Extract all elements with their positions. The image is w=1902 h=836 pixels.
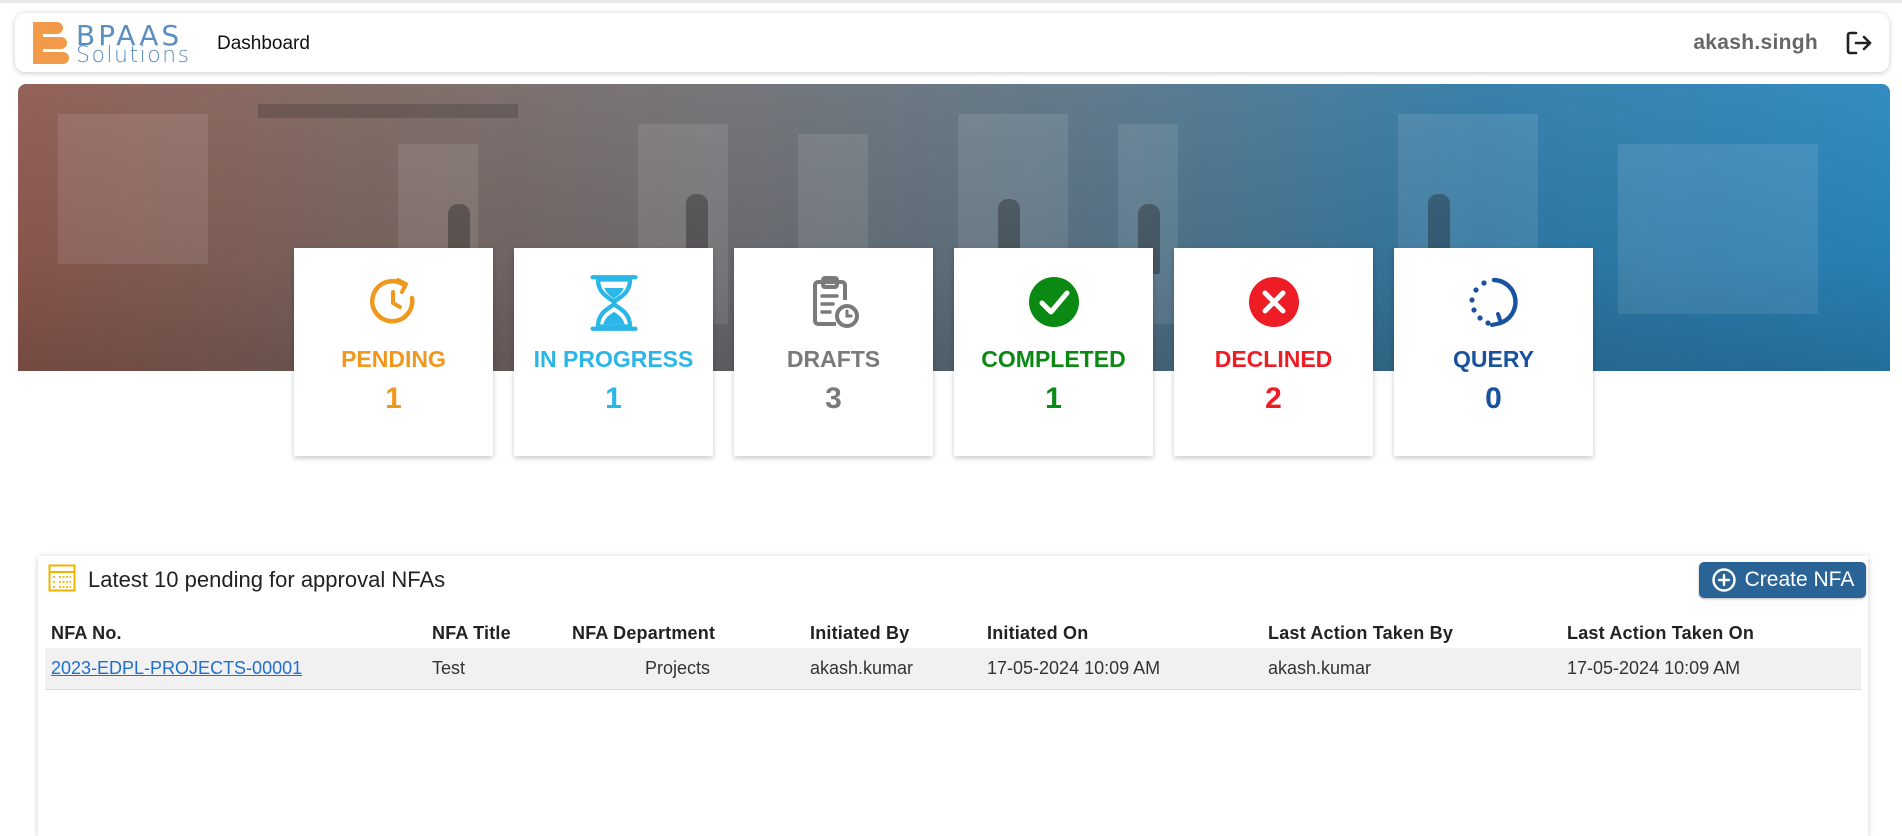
x-circle-icon [1248,277,1299,327]
status-card-pending[interactable]: PENDING 1 [294,248,493,456]
card-count: 1 [605,382,622,415]
status-card-drafts[interactable]: DRAFTS 3 [734,248,933,456]
bpaas-logo[interactable]: BPAAS Solutions [33,19,208,68]
create-nfa-label: Create NFA [1744,568,1855,591]
status-card-query[interactable]: QUERY 0 [1394,248,1593,456]
plus-circle-icon [1711,568,1736,592]
logo-text-bottom: Solutions [76,43,191,68]
column-header[interactable]: NFA No. [45,618,426,648]
nfa-number-link[interactable]: 2023-EDPL-PROJECTS-00001 [51,658,302,678]
panel-title: Latest 10 pending for approval NFAs [88,567,446,592]
status-card-declined[interactable]: DECLINED 2 [1174,248,1373,456]
pending-nfa-panel: Latest 10 pending for approval NFAs Crea… [38,556,1868,836]
status-card-completed[interactable]: COMPLETED 1 [954,248,1153,456]
card-label: DECLINED [1214,346,1333,372]
card-label: QUERY [1453,346,1534,372]
top-divider [0,0,1902,3]
nav-dashboard-link[interactable]: Dashboard [217,33,310,55]
cell-last-action-on: 17-05-2024 10:09 AM [1561,648,1861,690]
cell-nfa-title: Test [426,648,566,690]
table-row[interactable]: 2023-EDPL-PROJECTS-00001 Test Projects a… [45,648,1861,690]
clipboard-clock-icon [812,276,859,328]
cell-initiated-on: 17-05-2024 10:09 AM [981,648,1262,690]
app-header: BPAAS Solutions Dashboard akash.singh [15,13,1889,72]
cell-nfa-department: Projects [566,648,804,690]
card-label: PENDING [341,346,446,372]
column-header[interactable]: Last Action Taken On [1561,618,1861,648]
table-header-row: NFA No. NFA Title NFA Department Initiat… [45,618,1861,648]
rotate-dotted-icon [1468,277,1518,327]
cell-initiated-by: akash.kumar [804,648,981,690]
card-count: 1 [385,382,402,415]
logout-icon[interactable] [1843,27,1875,59]
card-count: 1 [1045,382,1062,415]
column-header[interactable]: NFA Title [426,618,566,648]
column-header[interactable]: Initiated By [804,618,981,648]
cell-last-action-by: akash.kumar [1262,648,1561,690]
status-card-in-progress[interactable]: IN PROGRESS 1 [514,248,713,456]
clock-refresh-icon [369,278,414,324]
pending-nfa-table: NFA No. NFA Title NFA Department Initiat… [45,618,1861,690]
card-label: DRAFTS [786,346,881,372]
column-header[interactable]: NFA Department [566,618,804,648]
cell-nfa-no: 2023-EDPL-PROJECTS-00001 [45,648,426,690]
column-header[interactable]: Initiated On [981,618,1262,648]
create-nfa-button[interactable]: Create NFA [1699,562,1866,598]
check-circle-icon [1028,277,1079,327]
card-count: 2 [1265,382,1282,415]
card-count: 3 [825,382,842,415]
card-label: COMPLETED [981,346,1126,372]
table-list-icon [48,564,76,592]
column-header[interactable]: Last Action Taken By [1262,618,1561,648]
user-name: akash.singh [1693,31,1818,54]
logo-mark-icon [33,22,69,64]
card-label: IN PROGRESS [533,346,694,372]
card-count: 0 [1485,382,1502,415]
hourglass-icon [589,275,638,331]
